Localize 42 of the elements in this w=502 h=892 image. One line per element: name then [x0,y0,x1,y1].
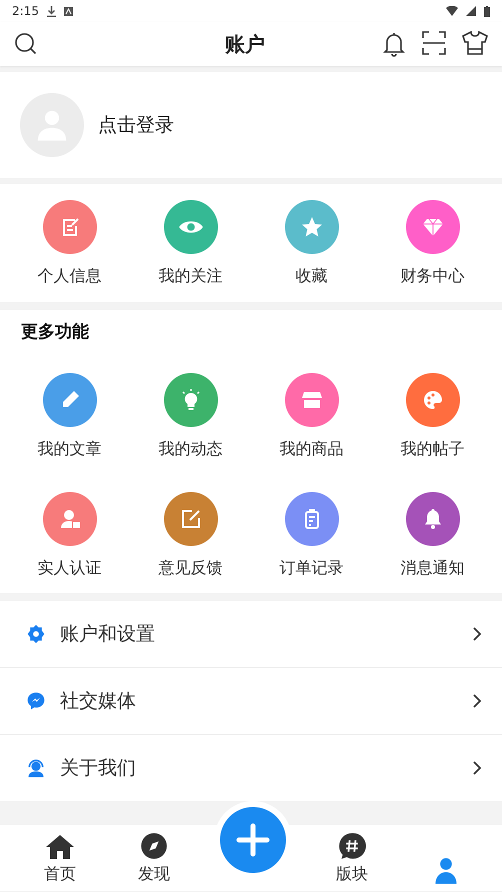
search-icon[interactable] [14,32,38,56]
nav-tab[interactable]: 版块 [305,825,399,891]
feature-button[interactable]: 意见反馈 [130,492,251,579]
feature-button[interactable]: 订单记录 [251,492,372,579]
star-icon [300,215,324,239]
feature-button[interactable]: 我的帖子 [372,373,493,460]
nav-tab[interactable]: 首页 [13,825,107,891]
feature-button[interactable]: 财务中心 [372,200,493,287]
menu-row[interactable]: 社交媒体 [0,668,502,735]
feature-button[interactable]: 收藏 [251,200,372,287]
headset-person-icon [26,758,46,778]
feature-button[interactable]: 我的文章 [9,373,130,460]
hashtag-icon [338,832,366,860]
feature-button[interactable]: 我的关注 [130,200,251,287]
feature-button[interactable]: 个人信息 [9,200,130,287]
login-link[interactable]: 点击登录 [98,112,174,138]
menu-row[interactable]: 关于我们 [0,735,502,801]
page-title: 账户 [224,30,266,58]
feature-button[interactable]: 消息通知 [372,492,493,579]
compass-icon [140,832,168,860]
home-icon [45,834,75,860]
chat-icon [26,691,46,711]
status-time: 2:15 [12,4,39,18]
feature-button[interactable]: 我的动态 [130,373,251,460]
notification-icon [64,6,73,16]
wifi-icon [446,6,458,16]
scan-icon[interactable] [422,31,446,55]
download-icon [46,6,56,16]
chevron-right-icon [472,693,482,709]
chevron-right-icon [472,626,482,642]
battery-icon [484,6,490,16]
section-title: 更多功能 [21,321,90,343]
chevron-right-icon [472,760,482,776]
settings-icon [26,624,46,644]
menu-row[interactable]: 账户和设置 [0,601,502,668]
nav-tab[interactable]: 发现 [107,825,201,891]
feature-button[interactable]: 实人认证 [9,492,130,579]
feature-button[interactable]: 我的商品 [251,373,372,460]
t-shirt-icon[interactable] [462,31,488,55]
signal-icon [466,6,476,16]
plus-icon [236,823,270,857]
bell-icon[interactable] [382,31,406,57]
